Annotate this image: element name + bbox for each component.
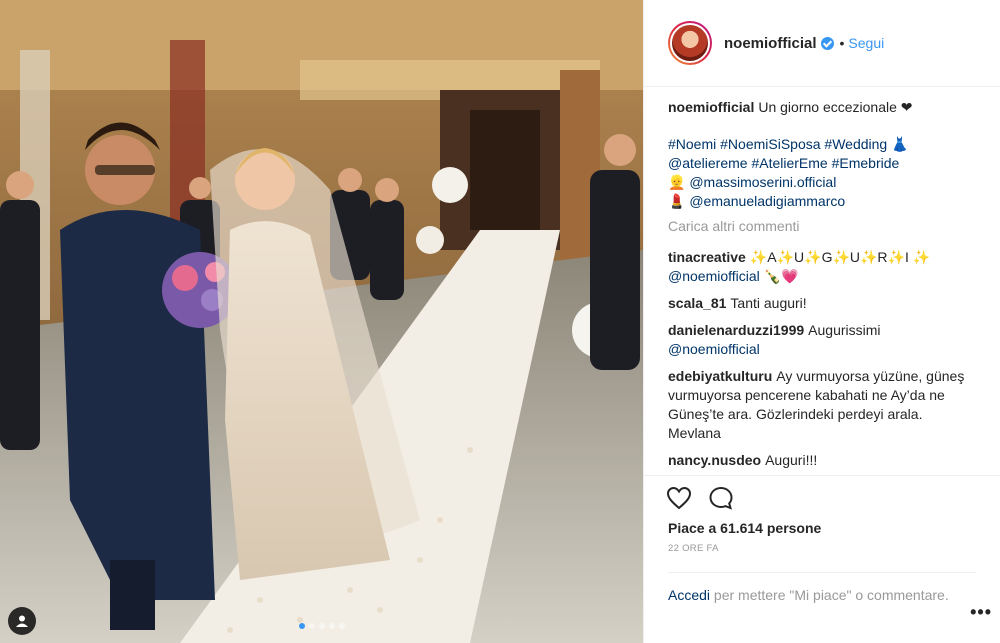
separator-bullet: •	[839, 35, 845, 51]
avatar[interactable]	[668, 21, 712, 65]
comment-item: tinacreative ✨A✨U✨G✨U✨R✨I ✨ @noemiofficia…	[668, 248, 976, 286]
caption-text: Un giorno eccezionale ❤	[758, 99, 913, 115]
mention-line: 👱 @massimoserini.official	[668, 173, 976, 192]
comment-item: danielenarduzzi1999 Augurissimi @noemioff…	[668, 321, 976, 359]
comment-icon[interactable]	[708, 486, 734, 510]
emoji: 💄	[668, 193, 686, 209]
mention-link[interactable]: @massimoserini.official	[689, 174, 836, 190]
carousel-dot[interactable]	[328, 623, 335, 629]
carousel-dots	[0, 623, 643, 629]
load-more-comments-button[interactable]: Carica altri commenti	[668, 217, 976, 236]
more-options-button[interactable]: •••	[970, 602, 992, 623]
mention-link[interactable]: @noemiofficial	[668, 341, 760, 357]
carousel-dot[interactable]	[308, 623, 315, 629]
action-bar	[644, 475, 1000, 518]
mention-link[interactable]: @noemiofficial	[668, 268, 760, 284]
post-timestamp: 22 ORE FA	[668, 543, 719, 554]
hashtag-line[interactable]: @ateliereme #AtelierEme #Emebride	[668, 154, 976, 173]
caption: noemiofficial Un giorno eccezionale ❤	[668, 98, 976, 117]
emoji: 👱	[668, 174, 686, 190]
instagram-post: noemiofficial • Segui noemiofficial Un gi…	[0, 0, 1000, 643]
carousel-dot[interactable]	[298, 623, 305, 629]
carousel-dot[interactable]	[338, 623, 345, 629]
mention-line: 💄 @emanueladigiammarco	[668, 192, 976, 211]
login-prompt-text: per mettere "Mi piace" o commentare.	[713, 587, 949, 603]
comment-username[interactable]: nancy.nusdeo	[668, 452, 761, 468]
post-side-panel: noemiofficial • Segui noemiofficial Un gi…	[643, 0, 1000, 643]
login-link[interactable]: Accedi	[668, 587, 710, 603]
caption-hashtags: #Noemi #NoemiSiSposa #Wedding 👗 @atelier…	[668, 135, 976, 211]
post-header: noemiofficial • Segui	[644, 0, 1000, 87]
login-prompt: Accedi per mettere "Mi piace" o commenta…	[668, 572, 976, 605]
post-username[interactable]: noemiofficial	[724, 35, 817, 52]
comment-item: edebiyatkulturu Ay vurmuyorsa yüzüne, gün…	[668, 367, 976, 443]
mention-link[interactable]: @emanueladigiammarco	[689, 193, 845, 209]
comment-username[interactable]: edebiyatkulturu	[668, 368, 772, 384]
wedding-photo-illustration	[0, 0, 643, 643]
carousel-dot[interactable]	[318, 623, 325, 629]
comment-username[interactable]: tinacreative	[668, 249, 746, 265]
follow-button[interactable]: Segui	[848, 35, 884, 51]
comment-item: scala_81 Tanti auguri!	[668, 294, 976, 313]
comment-text: Tanti auguri!	[730, 295, 807, 311]
comment-text: Auguri!!!	[765, 452, 818, 468]
caption-username[interactable]: noemiofficial	[668, 99, 754, 115]
comment-item: nancy.nusdeo Auguri!!!	[668, 451, 976, 470]
hashtag-line[interactable]: #Noemi #NoemiSiSposa #Wedding 👗	[668, 135, 976, 154]
comment-text: ✨A✨U✨G✨U✨R✨I ✨	[749, 249, 931, 265]
comments-list[interactable]: noemiofficial Un giorno eccezionale ❤ #No…	[644, 87, 1000, 475]
comment-username[interactable]: scala_81	[668, 295, 726, 311]
post-photo[interactable]	[0, 0, 643, 643]
comment-text: Augurissimi	[808, 322, 881, 338]
comment-emoji: 🍾💗	[763, 268, 799, 284]
comment-username[interactable]: danielenarduzzi1999	[668, 322, 804, 338]
verified-badge-icon	[820, 36, 834, 50]
likes-count[interactable]: Piace a 61.614 persone	[644, 518, 1000, 540]
heart-icon[interactable]	[666, 486, 692, 510]
tagged-people-button[interactable]	[8, 607, 36, 635]
